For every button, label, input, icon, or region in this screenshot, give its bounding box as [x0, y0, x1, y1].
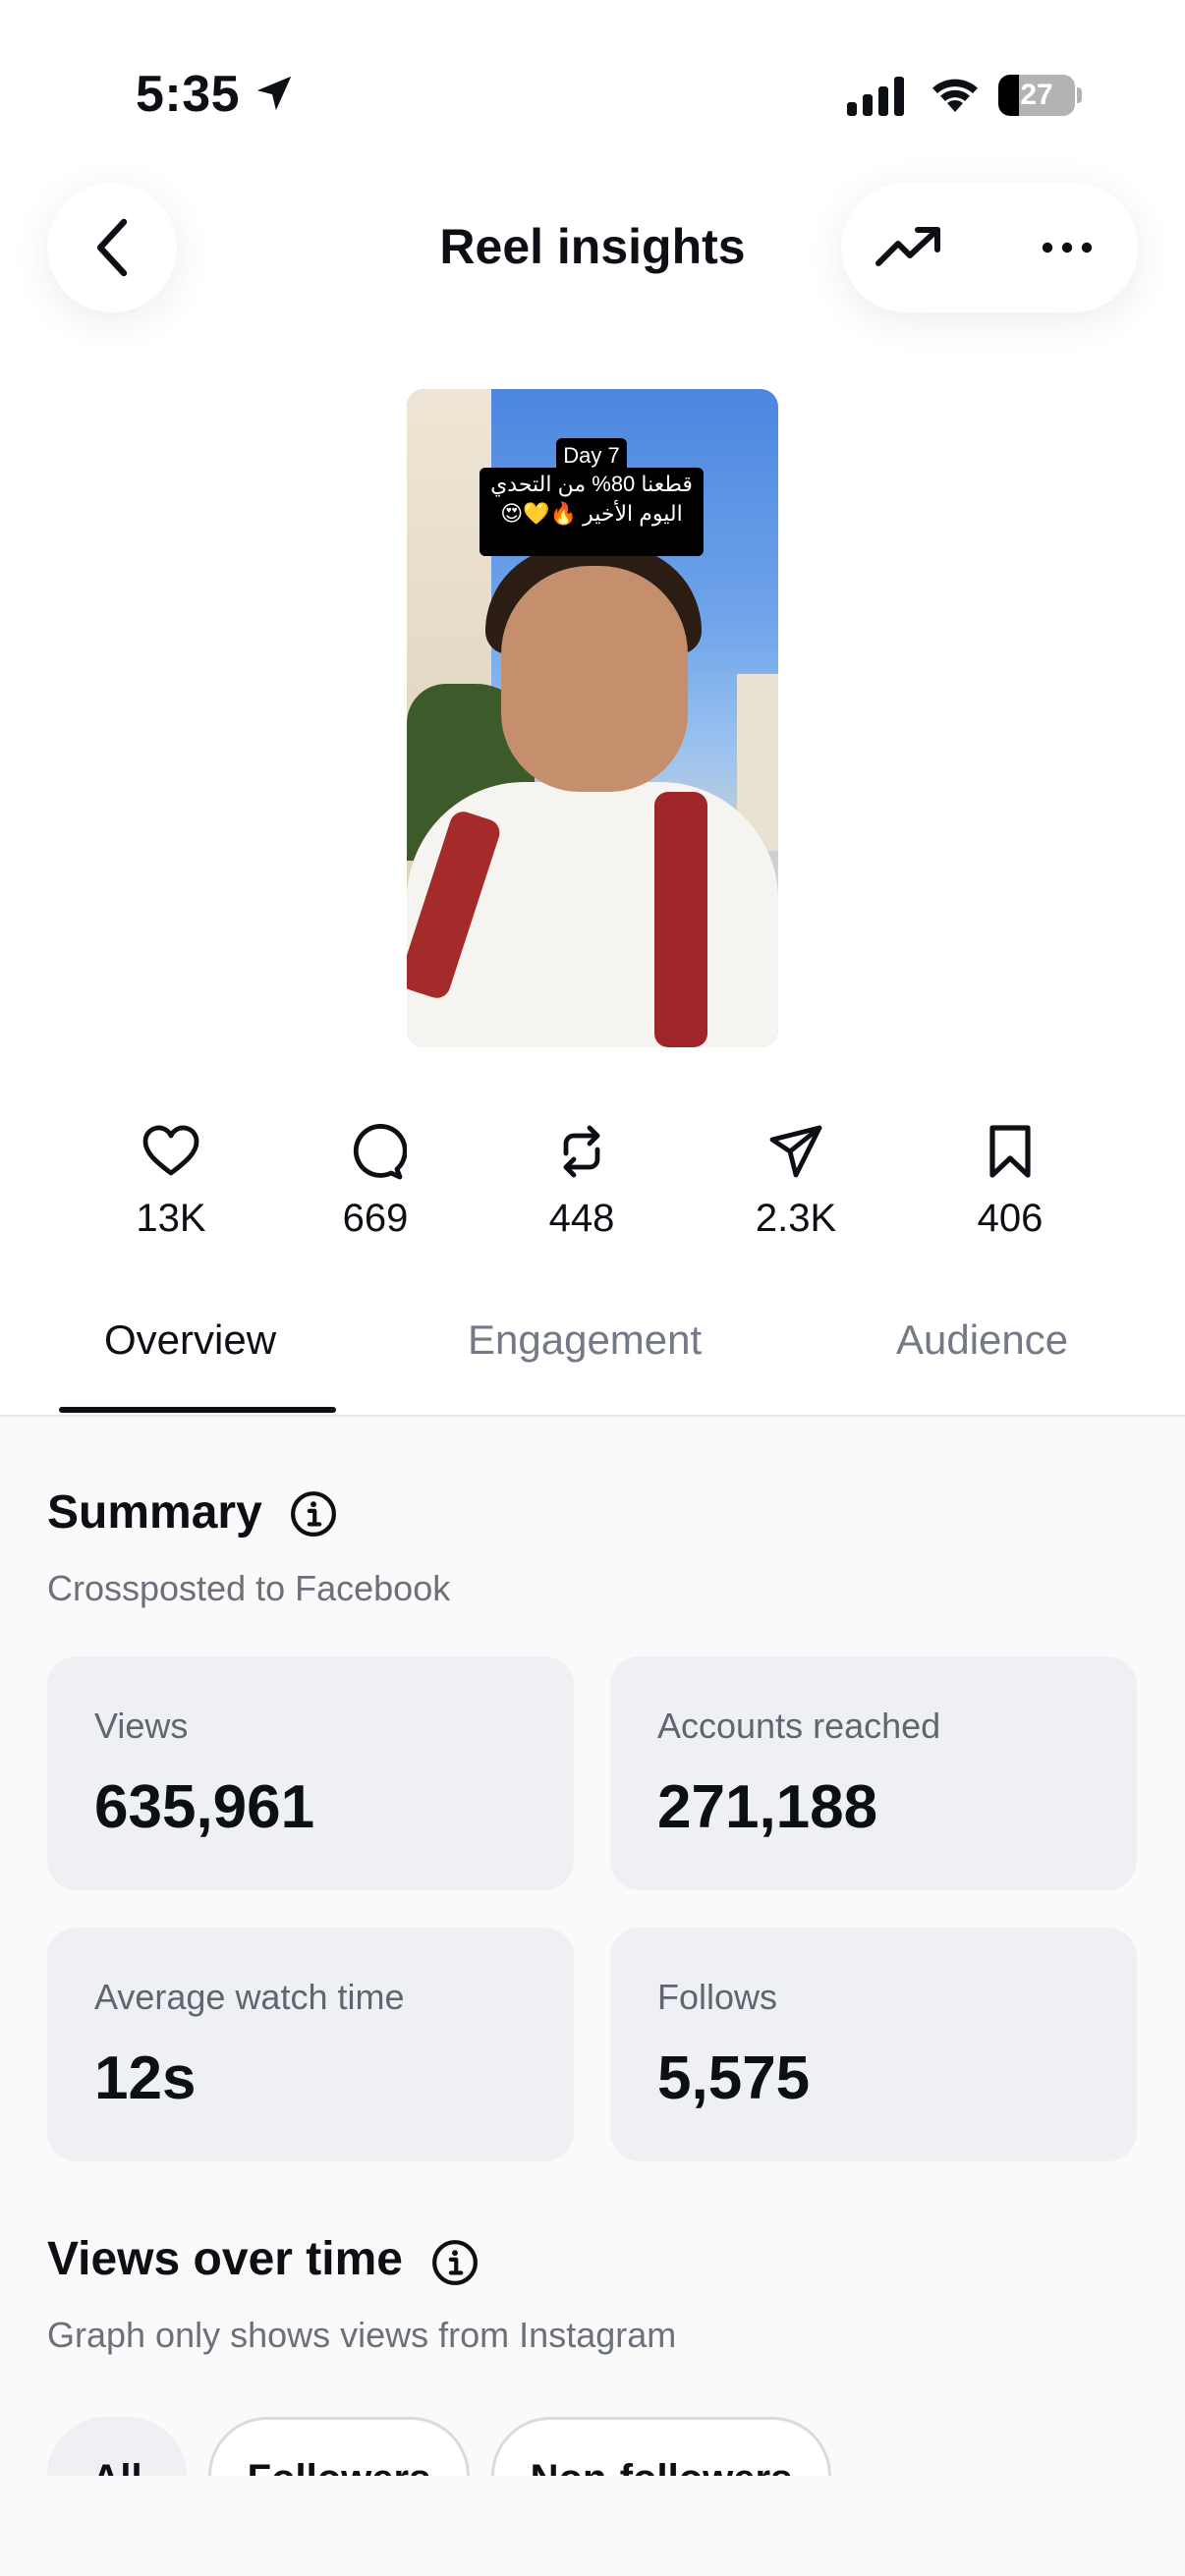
header: Reel insights	[0, 157, 1185, 334]
average-watch-time-label: Average watch time	[94, 1977, 405, 2017]
insights-tabs: Overview Engagement Audience	[0, 1277, 1185, 1417]
views-label: Views	[94, 1706, 189, 1746]
reel-caption: قطعنا 80% من التحدي اليوم الأخير 🔥💛😍	[480, 468, 704, 556]
cellular-signal-icon	[847, 77, 904, 116]
follows-card: Follows 5,575	[610, 1928, 1137, 2161]
comment-icon	[353, 1124, 407, 1180]
wifi-icon	[932, 79, 978, 112]
follows-label: Follows	[657, 1977, 778, 2017]
location-arrow-icon	[256, 76, 292, 111]
follows-value: 5,575	[657, 2044, 811, 2112]
reel-caption-line-1: قطعنا 80% من التحدي	[490, 472, 693, 496]
tab-engagement[interactable]: Engagement	[468, 1316, 702, 1364]
views-card: Views 635,961	[47, 1656, 574, 1890]
reposts-stat: 448	[503, 1120, 660, 1241]
tab-overview[interactable]: Overview	[104, 1316, 276, 1364]
accounts-reached-label: Accounts reached	[657, 1706, 941, 1746]
reel-thumbnail[interactable]: Day 7 قطعنا 80% من التحدي اليوم الأخير 🔥…	[407, 389, 778, 1047]
views-over-time-subtitle: Graph only shows views from Instagram	[47, 2315, 677, 2355]
tab-audience[interactable]: Audience	[896, 1316, 1068, 1364]
views-over-time-info-icon[interactable]	[430, 2238, 480, 2287]
battery-level: 27	[1020, 79, 1053, 111]
reel-caption-line-2: اليوم الأخير 🔥💛😍	[500, 501, 683, 526]
trend-button[interactable]	[871, 208, 949, 287]
saves-stat: 406	[931, 1120, 1089, 1241]
header-actions	[841, 183, 1138, 312]
average-watch-time-card: Average watch time 12s	[47, 1928, 574, 2161]
more-options-button[interactable]	[1028, 208, 1106, 287]
battery-indicator: 27	[998, 75, 1082, 116]
accounts-reached-card: Accounts reached 271,188	[610, 1656, 1137, 1890]
reel-insights-screen: 5:35 27 Reel insights Day 7 قطعنا 80% من…	[0, 0, 1185, 2576]
battery-body: 27	[998, 75, 1075, 116]
bottom-fade	[0, 2476, 1185, 2576]
bookmark-icon	[989, 1125, 1031, 1178]
more-horizontal-icon	[1042, 242, 1093, 253]
views-over-time-title: Views over time	[47, 2233, 403, 2285]
trending-up-icon	[875, 227, 940, 266]
summary-title: Summary	[47, 1486, 262, 1539]
battery-cap	[1077, 87, 1082, 103]
status-time: 5:35	[136, 66, 241, 123]
shares-stat: 2.3K	[717, 1120, 875, 1241]
shares-count: 2.3K	[755, 1197, 837, 1240]
share-icon	[769, 1125, 822, 1178]
summary-info-icon[interactable]	[289, 1489, 338, 1539]
likes-stat: 13K	[92, 1120, 250, 1241]
heart-icon	[142, 1125, 199, 1176]
repost-icon	[563, 1125, 600, 1178]
thumbnail-person-face	[501, 566, 688, 792]
comments-stat: 669	[297, 1120, 454, 1241]
average-watch-time-value: 12s	[94, 2044, 197, 2112]
accounts-reached-value: 271,188	[657, 1773, 878, 1841]
likes-count: 13K	[136, 1197, 206, 1240]
thumbnail-backpack-strap-right	[654, 792, 707, 1047]
status-bar: 5:35 27	[0, 0, 1185, 138]
comments-count: 669	[342, 1197, 409, 1240]
saves-count: 406	[977, 1197, 1044, 1240]
summary-subtitle: Crossposted to Facebook	[47, 1568, 451, 1608]
reposts-count: 448	[548, 1197, 615, 1240]
views-value: 635,961	[94, 1773, 315, 1841]
active-tab-indicator	[59, 1407, 336, 1413]
